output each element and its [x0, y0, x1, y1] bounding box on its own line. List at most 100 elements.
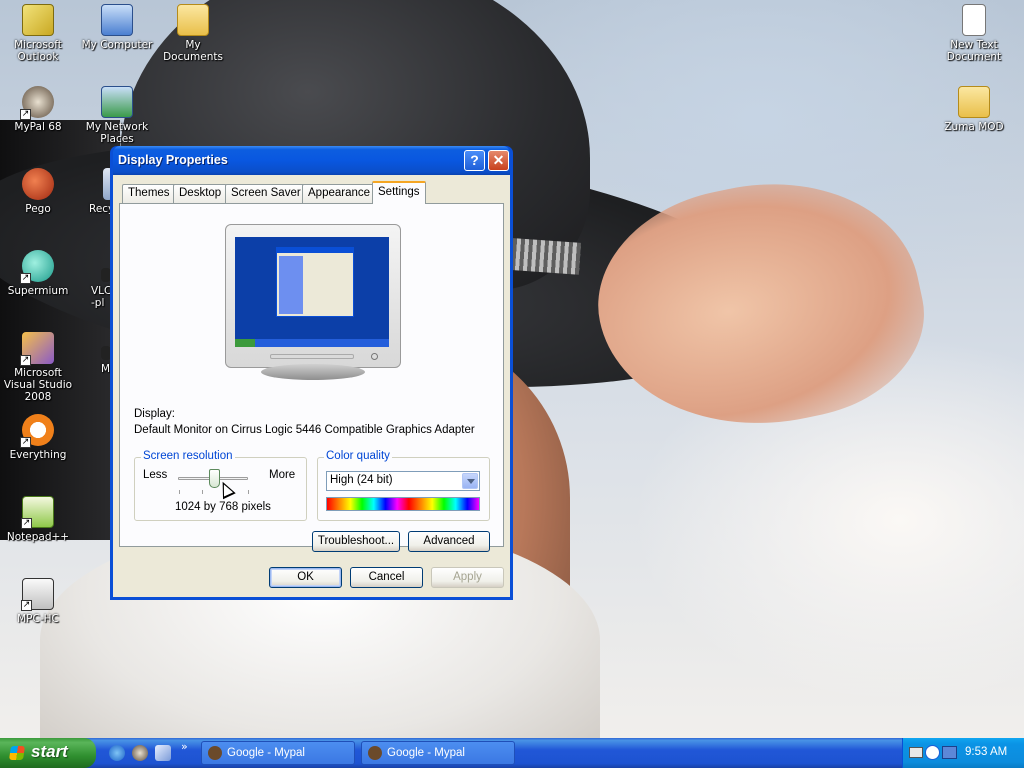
desktop-icon-label: MPC-HC: [17, 613, 59, 625]
resolution-value: 1024 by 768 pixels: [175, 501, 271, 513]
desktop-icon-notepad-plus-plus[interactable]: ↗ Notepad++: [0, 496, 76, 543]
apply-button[interactable]: Apply: [431, 567, 504, 588]
desktop-icon-label: Everything: [9, 449, 67, 461]
help-button[interactable]: ?: [464, 150, 485, 171]
color-quality-select[interactable]: High (24 bit): [326, 471, 480, 491]
show-desktop-icon[interactable]: [155, 745, 171, 761]
chevron-down-icon[interactable]: [462, 473, 478, 489]
help-icon: ?: [470, 152, 479, 168]
taskbar-button-label: Google - Mypal: [227, 747, 305, 759]
monitor-preview: [225, 224, 401, 380]
desktop-icon-my-computer[interactable]: My Computer: [79, 4, 155, 51]
ok-label: OK: [297, 571, 314, 583]
quicklaunch-chevron-icon[interactable]: »: [181, 740, 188, 753]
monitor-slot: [270, 354, 354, 359]
text-document-icon: [962, 4, 986, 36]
start-button[interactable]: start: [0, 738, 96, 768]
ok-button[interactable]: OK: [269, 567, 342, 588]
supermium-icon: ↗: [20, 250, 54, 284]
troubleshoot-button[interactable]: Troubleshoot...: [312, 531, 400, 552]
color-quality-group: Color quality High (24 bit): [317, 450, 490, 521]
mypal-icon: [368, 746, 382, 760]
taskbar-button-label: Google - Mypal: [387, 747, 465, 759]
keyboard-icon[interactable]: [909, 747, 923, 758]
screen-resolution-legend: Screen resolution: [141, 450, 235, 462]
cancel-label: Cancel: [368, 571, 405, 583]
advanced-button[interactable]: Advanced: [408, 531, 490, 552]
resolution-slider-ticks: [179, 490, 249, 494]
internet-explorer-icon[interactable]: [109, 745, 125, 761]
desktop-icon-mpc-hc[interactable]: ↗ MPC-HC: [0, 578, 76, 625]
my-computer-icon: [101, 4, 133, 36]
notepad-plus-plus-icon: ↗: [21, 496, 54, 529]
desktop-icon-label: My Documents: [163, 39, 223, 63]
dialog-titlebar[interactable]: Display Properties ? ✕: [113, 146, 510, 175]
tab-settings[interactable]: Settings: [372, 181, 426, 204]
monitor-power-icon: [371, 353, 378, 360]
monitor-stand: [261, 364, 365, 380]
shortcut-arrow-icon: ↗: [20, 273, 31, 284]
tab-themes[interactable]: Themes: [122, 184, 176, 203]
apply-label: Apply: [453, 571, 482, 583]
system-tray: 9:53 AM: [902, 738, 1024, 768]
desktop-icon-label: Supermium: [7, 285, 69, 297]
desktop-icon-label: My Computer: [81, 39, 153, 51]
desktop-icon-mypal[interactable]: ↗ MyPal 68: [0, 86, 76, 133]
less-label: Less: [143, 469, 168, 481]
clock[interactable]: 9:53 AM: [965, 746, 1007, 758]
monitor-icon: [225, 224, 401, 368]
desktop-icon-m[interactable]: M: [79, 346, 113, 375]
folder-icon: [958, 86, 990, 118]
mypal-quicklaunch-icon[interactable]: [132, 745, 148, 761]
close-icon: ✕: [492, 152, 505, 168]
network-places-icon: [101, 86, 133, 118]
taskbar: start » Google - Mypal Google - Mypal 9:…: [0, 738, 1024, 768]
visual-studio-icon: ↗: [20, 332, 54, 366]
shortcut-arrow-icon: ↗: [20, 355, 31, 366]
preview-window: [276, 247, 354, 317]
desktop-icon-label: M: [101, 363, 111, 375]
desktop-icon-visual-studio[interactable]: ↗ Microsoft Visual Studio 2008: [0, 332, 76, 403]
preview-taskbar: [235, 339, 389, 347]
desktop-icon-supermium[interactable]: ↗ Supermium: [0, 250, 76, 297]
tab-label: Settings: [378, 186, 420, 198]
mypal-icon: [208, 746, 222, 760]
windows-flag-icon: [9, 746, 25, 760]
folder-icon: [177, 4, 209, 36]
advanced-label: Advanced: [423, 535, 475, 547]
display-label: Display:: [134, 408, 175, 420]
troubleshoot-label: Troubleshoot...: [317, 535, 395, 547]
shortcut-arrow-icon: ↗: [20, 109, 31, 120]
color-quality-value: High (24 bit): [330, 474, 393, 486]
start-label: start: [31, 742, 68, 761]
desktop-icon-label: Notepad++: [6, 531, 70, 543]
network-icon[interactable]: [942, 746, 957, 759]
pego-icon: [22, 168, 54, 200]
desktop-icon-my-network-places[interactable]: My Network Places: [79, 86, 155, 145]
desktop-icon-new-text-document[interactable]: New Text Document: [936, 4, 1012, 63]
taskbar-button-google-mypal[interactable]: Google - Mypal: [361, 741, 515, 765]
desktop-icon-label: MyPal 68: [14, 121, 62, 133]
taskbar-button-google-mypal[interactable]: Google - Mypal: [201, 741, 355, 765]
cancel-button[interactable]: Cancel: [350, 567, 423, 588]
desktop-icon-label: Microsoft Visual Studio 2008: [3, 367, 73, 403]
monitor-screen: [235, 237, 389, 347]
tab-desktop[interactable]: Desktop: [173, 184, 228, 203]
shortcut-arrow-icon: ↗: [20, 437, 31, 448]
desktop-icon-label: Pego: [25, 203, 51, 215]
tab-appearance[interactable]: Appearance: [302, 184, 377, 203]
tab-screen-saver[interactable]: Screen Saver: [225, 184, 307, 203]
more-label: More: [269, 469, 296, 481]
desktop-icon-my-documents[interactable]: My Documents: [155, 4, 231, 63]
tray-expand-icon[interactable]: [925, 745, 940, 760]
close-button[interactable]: ✕: [488, 150, 509, 171]
desktop-icon-microsoft-outlook[interactable]: Microsoft Outlook: [0, 4, 76, 63]
mypal-icon: ↗: [20, 86, 54, 120]
settings-tab-panel: Display: Default Monitor on Cirrus Logic…: [119, 203, 504, 552]
desktop-icon-everything[interactable]: ↗ Everything: [0, 414, 76, 461]
tab-label: Themes: [128, 187, 170, 199]
tab-label: Appearance: [308, 187, 371, 199]
desktop-icon-pego[interactable]: Pego: [0, 168, 76, 215]
display-properties-dialog: Display Properties ? ✕ Themes Desktop Sc…: [110, 146, 513, 600]
desktop-icon-zuma-mod[interactable]: Zuma MOD: [936, 86, 1012, 133]
